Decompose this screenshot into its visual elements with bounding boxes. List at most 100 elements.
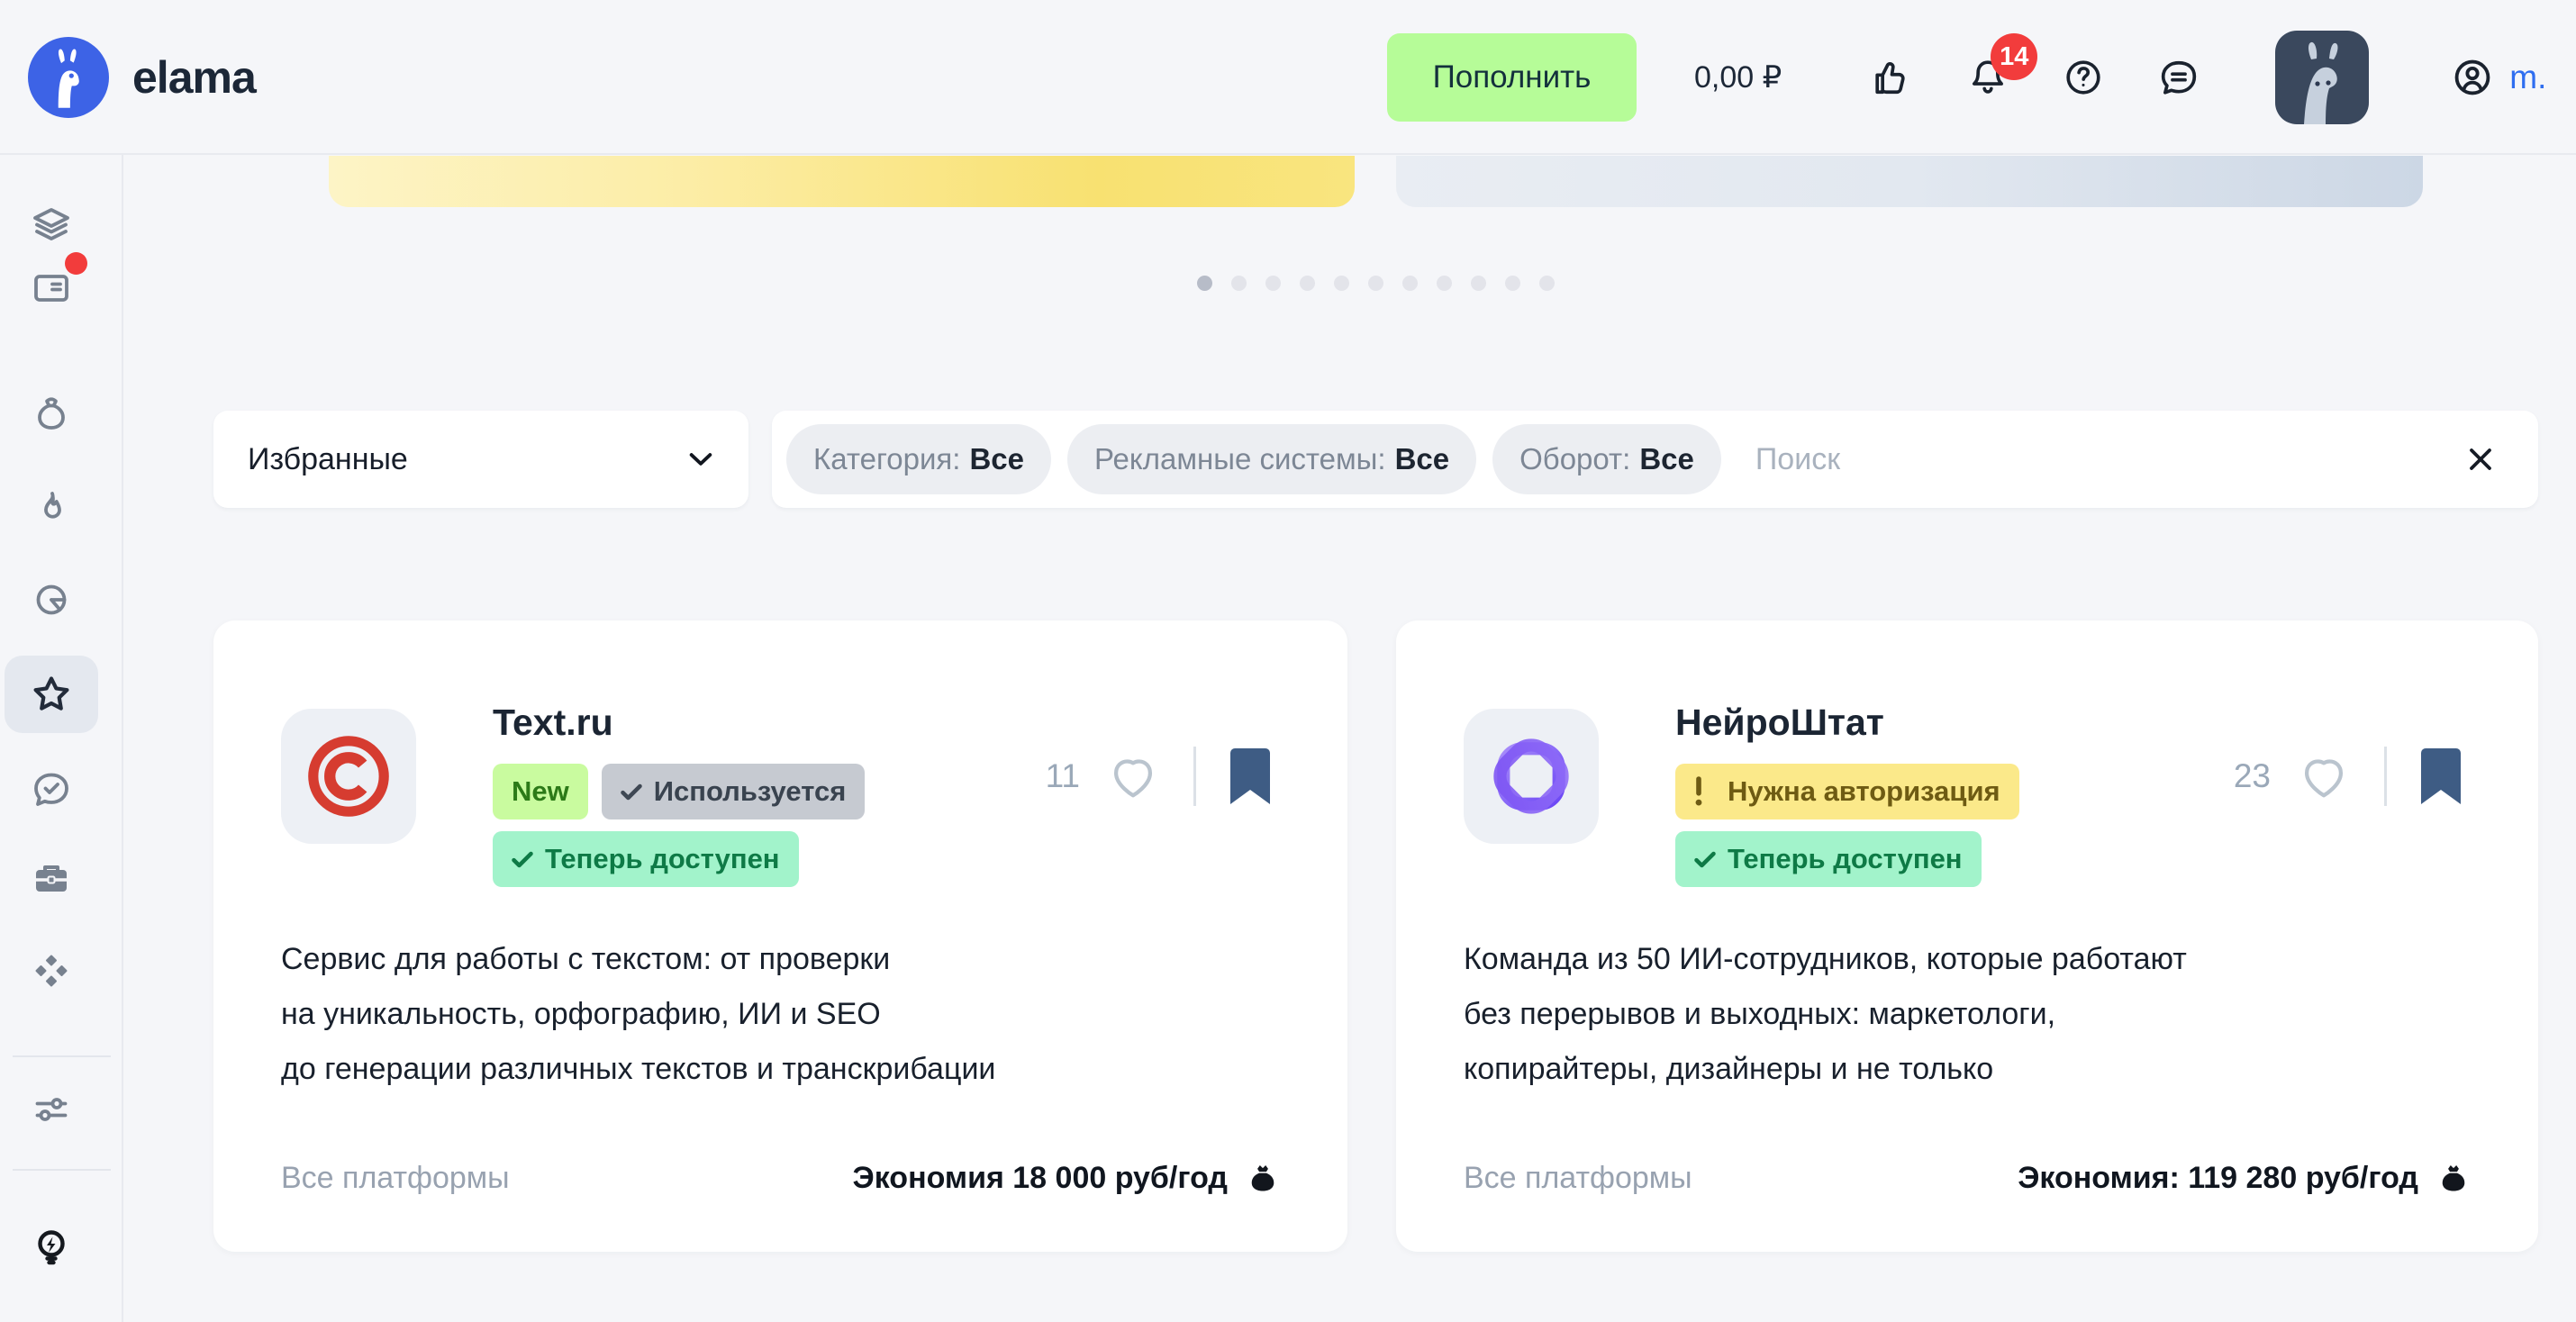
account-menu[interactable]: m. xyxy=(2448,53,2546,102)
pie-chart-icon xyxy=(30,578,73,621)
purple-knot-icon xyxy=(1478,723,1584,829)
carousel-dot[interactable] xyxy=(1334,276,1349,291)
promo-banner-gray[interactable] xyxy=(1396,156,2423,207)
carousel-dot[interactable] xyxy=(1402,276,1418,291)
promo-banner-yellow[interactable] xyxy=(329,156,1355,207)
topup-button[interactable]: Пополнить xyxy=(1387,33,1637,122)
badge-label: Используется xyxy=(654,775,847,808)
sidebar-item-settings[interactable] xyxy=(23,1081,80,1138)
service-card-textru: Text.ru New Используется Теперь до xyxy=(213,620,1347,1252)
thumbs-up-button[interactable] xyxy=(1868,53,1917,102)
diamonds-icon xyxy=(30,949,73,992)
sidebar-item-news[interactable] xyxy=(23,259,80,317)
chip-value: Все xyxy=(1395,442,1450,476)
carousel-dot[interactable] xyxy=(1197,276,1212,291)
balance-amount[interactable]: 0,00 ₽ xyxy=(1694,59,1782,95)
savings-label: Экономия: 119 280 руб/год xyxy=(2018,1161,2471,1196)
search-input[interactable] xyxy=(1755,442,2464,477)
bookmark-icon xyxy=(1230,747,1270,805)
badge-label: New xyxy=(512,775,569,808)
star-icon xyxy=(30,673,73,716)
sidebar-divider xyxy=(13,1055,111,1057)
person-circle-icon xyxy=(2448,53,2497,102)
sidebar-item-campaigns[interactable] xyxy=(23,196,80,254)
view-select[interactable]: Избранные xyxy=(213,411,748,508)
top-bar: elama Пополнить 0,00 ₽ 14 xyxy=(0,0,2576,155)
notifications-button[interactable]: 14 xyxy=(1964,53,2012,102)
briefcase-icon xyxy=(30,857,73,901)
sidebar-item-favorites[interactable] xyxy=(5,656,98,733)
notifications-badge: 14 xyxy=(1991,33,2037,80)
user-avatar[interactable] xyxy=(2275,31,2369,124)
likes-count: 23 xyxy=(2234,757,2271,795)
chevron-down-icon xyxy=(689,452,712,466)
chat-check-icon xyxy=(30,767,73,810)
close-icon xyxy=(2467,446,2494,473)
carousel-dot[interactable] xyxy=(1231,276,1247,291)
question-circle-icon xyxy=(2060,54,2107,101)
chip-value: Все xyxy=(1639,442,1694,476)
copyright-icon xyxy=(298,726,399,827)
unread-dot-badge xyxy=(65,252,87,275)
carousel-dot[interactable] xyxy=(1539,276,1555,291)
textru-logo xyxy=(281,709,416,844)
like-button[interactable] xyxy=(1107,753,1159,800)
account-label: m. xyxy=(2509,59,2546,96)
elama-llama-logo-icon xyxy=(28,37,109,118)
savings-text: Экономия: 119 280 руб/год xyxy=(2018,1161,2418,1196)
llama-icon xyxy=(28,37,109,118)
like-button[interactable] xyxy=(2298,753,2350,800)
card-title[interactable]: Text.ru xyxy=(493,702,865,744)
carousel-dot[interactable] xyxy=(1471,276,1486,291)
chip-label: Рекламные системы: xyxy=(1094,442,1386,476)
divider xyxy=(2384,747,2387,806)
platforms-label: Все платформы xyxy=(281,1161,510,1196)
sidebar-item-promo[interactable] xyxy=(23,480,80,538)
view-select-value: Избранные xyxy=(248,442,408,477)
help-button[interactable] xyxy=(2059,53,2108,102)
brand[interactable]: elama xyxy=(28,37,256,118)
carousel-dot[interactable] xyxy=(1300,276,1315,291)
badge-label: Теперь доступен xyxy=(1728,843,1963,875)
support-chat-button[interactable] xyxy=(2154,53,2203,102)
badge-new: New xyxy=(493,764,588,819)
sidebar-item-ideas[interactable] xyxy=(23,1218,80,1275)
sliders-icon xyxy=(30,1088,73,1131)
carousel-dots xyxy=(213,276,2538,291)
sidebar-item-finance[interactable] xyxy=(23,385,80,443)
filter-chip-turnover[interactable]: Оборот: Все xyxy=(1492,424,1721,494)
badge-auth-required: Нужна авторизация xyxy=(1675,764,2019,819)
money-bag-icon xyxy=(30,393,73,436)
carousel-dot[interactable] xyxy=(1437,276,1452,291)
lightbulb-flash-icon xyxy=(30,1225,73,1268)
filters-bar: Категория: Все Рекламные системы: Все Об… xyxy=(772,411,2538,508)
flame-icon xyxy=(30,487,73,530)
clear-filters-button[interactable] xyxy=(2464,443,2497,475)
layers-icon xyxy=(30,204,73,247)
bookmark-button[interactable] xyxy=(2421,747,2461,805)
carousel-dot[interactable] xyxy=(1368,276,1383,291)
chip-label: Категория: xyxy=(813,442,960,476)
heart-icon xyxy=(2298,753,2350,800)
chip-value: Все xyxy=(969,442,1024,476)
carousel-dot[interactable] xyxy=(1265,276,1281,291)
badge-label: Теперь доступен xyxy=(545,843,780,875)
badge-available: Теперь доступен xyxy=(493,831,799,887)
filter-chip-category[interactable]: Категория: Все xyxy=(786,424,1051,494)
card-description: Сервис для работы с текстом: от проверки… xyxy=(281,932,1280,1097)
chip-label: Оборот: xyxy=(1519,442,1630,476)
money-bag-icon xyxy=(2436,1162,2471,1196)
card-title[interactable]: НейроШтат xyxy=(1675,702,2019,744)
carousel-dot[interactable] xyxy=(1505,276,1520,291)
bookmark-button[interactable] xyxy=(1230,747,1270,805)
bookmark-icon xyxy=(2421,747,2461,805)
sidebar-item-marketplace[interactable] xyxy=(23,942,80,1000)
badge-used: Используется xyxy=(602,764,866,819)
sidebar-item-reports[interactable] xyxy=(23,571,80,629)
sidebar-item-moderation[interactable] xyxy=(23,760,80,818)
sidebar-item-tools[interactable] xyxy=(23,850,80,908)
divider xyxy=(1193,747,1196,806)
filter-chip-ad-systems[interactable]: Рекламные системы: Все xyxy=(1067,424,1476,494)
check-icon xyxy=(1694,851,1716,868)
brand-name: elama xyxy=(132,51,256,104)
